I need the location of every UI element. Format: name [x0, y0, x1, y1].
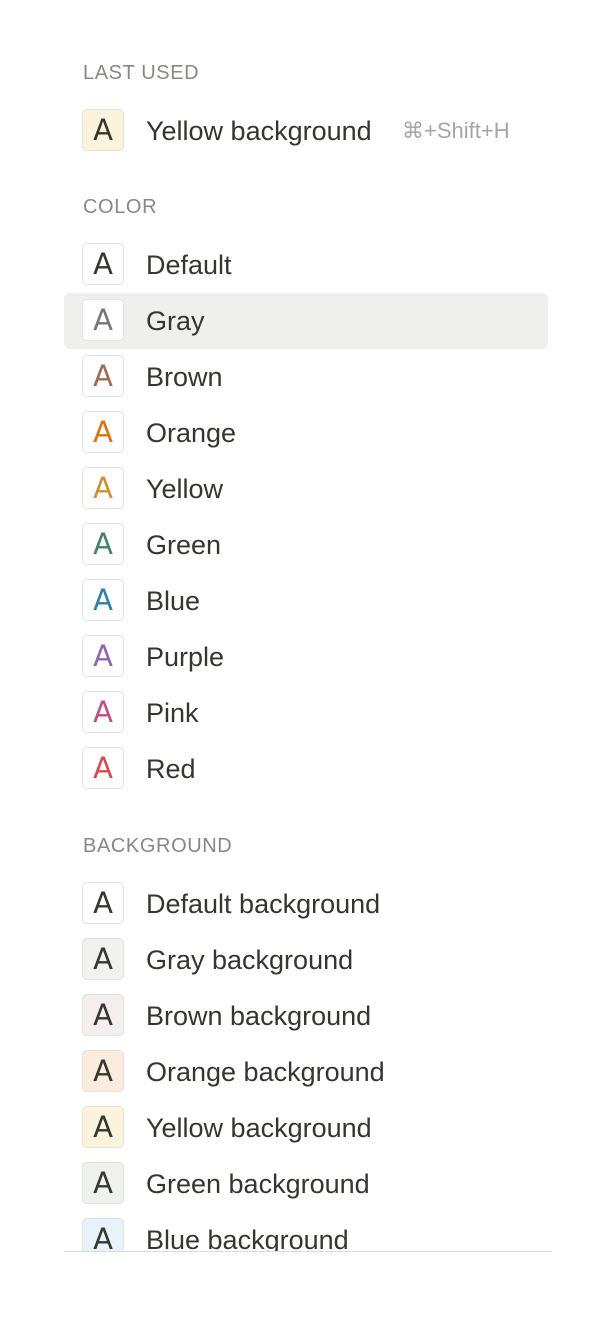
background-header: BACKGROUND [83, 835, 233, 857]
letter-a-icon: A [82, 1218, 124, 1252]
color-item-orange[interactable]: A Orange [64, 405, 548, 461]
background-item-default-background[interactable]: A Default background [64, 876, 548, 932]
letter-a-icon: A [82, 243, 124, 285]
menu-item-label: Orange background [146, 1057, 385, 1087]
menu-item-label: Orange [146, 418, 237, 448]
menu-item-label: Blue background [146, 1225, 349, 1252]
color-item-purple[interactable]: A Purple [64, 629, 548, 685]
color-item-green[interactable]: A Green [64, 517, 548, 573]
background-item-blue-background[interactable]: A Blue background [64, 1212, 548, 1252]
letter-a-icon: A [82, 691, 124, 733]
letter-a-icon: A [82, 467, 124, 509]
letter-a-icon: A [82, 747, 124, 789]
letter-a-icon: A [82, 882, 124, 924]
letter-a-icon: A [82, 1162, 124, 1204]
menu-item-label: Default background [146, 889, 381, 919]
menu-item-label: Purple [146, 642, 225, 672]
background-item-orange-background[interactable]: A Orange background [64, 1044, 548, 1100]
background-item-gray-background[interactable]: A Gray background [64, 932, 548, 988]
color-item-brown[interactable]: A Brown [64, 349, 548, 405]
letter-a-icon: A [82, 299, 124, 341]
menu-item-label: Red [146, 754, 196, 784]
menu-item-label: Green [146, 530, 222, 560]
letter-a-icon: A [82, 938, 124, 980]
background-item-yellow-background[interactable]: A Yellow background [64, 1100, 548, 1156]
color-item-blue[interactable]: A Blue [64, 573, 548, 629]
menu-item-label: Gray [146, 306, 205, 336]
menu-item-label: Yellow background [146, 1113, 372, 1143]
letter-a-icon: A [82, 523, 124, 565]
menu-item-label: Blue [146, 586, 201, 616]
menu-item-label: Default [146, 250, 232, 280]
menu-item-label: Yellow background [146, 116, 372, 146]
color-item-default[interactable]: A Default [64, 237, 548, 293]
color-item-yellow[interactable]: A Yellow [64, 461, 548, 517]
background-item-brown-background[interactable]: A Brown background [64, 988, 548, 1044]
letter-a-icon: A [82, 635, 124, 677]
text-color-menu: LAST USED A Yellow background ⌘+Shift+H … [64, 0, 552, 1252]
color-item-red[interactable]: A Red [64, 741, 548, 797]
last-used-header: LAST USED [83, 62, 200, 84]
background-item-green-background[interactable]: A Green background [64, 1156, 548, 1212]
letter-a-icon: A [82, 355, 124, 397]
color-header: COLOR [83, 196, 158, 218]
color-item-pink[interactable]: A Pink [64, 685, 548, 741]
keyboard-shortcut: ⌘+Shift+H [402, 118, 510, 143]
menu-item-label: Gray background [146, 945, 354, 975]
letter-a-icon: A [82, 109, 124, 151]
menu-item-label: Green background [146, 1169, 370, 1199]
letter-a-icon: A [82, 411, 124, 453]
menu-item-label: Brown background [146, 1001, 372, 1031]
last-used-yellow-background[interactable]: A Yellow background ⌘+Shift+H [64, 103, 548, 159]
letter-a-icon: A [82, 994, 124, 1036]
menu-divider [64, 1251, 552, 1252]
letter-a-icon: A [82, 579, 124, 621]
menu-item-label: Yellow [146, 474, 224, 504]
color-item-gray[interactable]: A Gray [64, 293, 548, 349]
letter-a-icon: A [82, 1050, 124, 1092]
letter-a-icon: A [82, 1106, 124, 1148]
menu-item-label: Brown [146, 362, 223, 392]
menu-item-label: Pink [146, 698, 199, 728]
